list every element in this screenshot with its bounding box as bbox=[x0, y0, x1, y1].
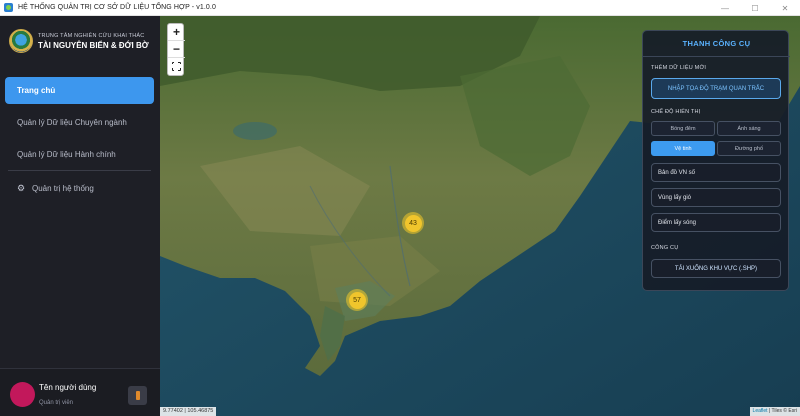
sidebar-item-label: Quản lý Dữ liệu Hành chính bbox=[17, 150, 116, 159]
zoom-out-button[interactable]: − bbox=[168, 41, 185, 58]
fullscreen-button[interactable] bbox=[168, 58, 185, 75]
mode-dark-button[interactable]: Bóng đêm bbox=[651, 121, 715, 136]
map-attribution: Leaflet | Tiles © Esri bbox=[749, 407, 800, 416]
close-button[interactable]: ✕ bbox=[770, 0, 800, 16]
sidebar-item-admin-data[interactable]: Quản lý Dữ liệu Hành chính bbox=[5, 141, 154, 168]
logout-icon bbox=[135, 391, 140, 400]
sidebar-item-specialized-data[interactable]: Quản lý Dữ liệu Chuyên ngành bbox=[5, 109, 154, 136]
section-tools: CÔNG CỤ bbox=[651, 245, 679, 251]
cluster-count: 43 bbox=[404, 214, 422, 232]
layer-wind-area[interactable]: Vùng lấy gió bbox=[651, 188, 781, 207]
maximize-button[interactable]: ☐ bbox=[740, 0, 770, 16]
panel-title: THANH CÔNG CỤ bbox=[643, 31, 790, 57]
sidebar-item-label: Trang chủ bbox=[17, 86, 56, 95]
marker-cluster[interactable]: 43 bbox=[402, 212, 424, 234]
leaflet-link[interactable]: Leaflet bbox=[753, 408, 768, 414]
tiles-attribution: | Tiles © Esri bbox=[768, 408, 797, 414]
org-name: TÀI NGUYÊN BIỂN & ĐỚI BỜ bbox=[38, 40, 149, 50]
marker-cluster[interactable]: 57 bbox=[346, 289, 368, 311]
layer-wave-points[interactable]: Điểm lấy sóng bbox=[651, 213, 781, 232]
coordinate-readout: 9.77402 | 105.46875 bbox=[160, 407, 217, 416]
brand-text: TRUNG TÂM NGHIÊN CỨU KHAI THÁC TÀI NGUYÊ… bbox=[38, 33, 149, 50]
download-area-shp-button[interactable]: TẢI XUỐNG KHU VỰC (.SHP) bbox=[651, 259, 781, 278]
sidebar-item-home[interactable]: Trang chủ bbox=[5, 77, 154, 104]
avatar[interactable] bbox=[10, 382, 35, 407]
user-role: Quản trị viên bbox=[39, 400, 74, 406]
window-titlebar: HỆ THỐNG QUẢN TRỊ CƠ SỞ DỮ LIỆU TỔNG HỢP… bbox=[0, 0, 800, 16]
fullscreen-icon bbox=[171, 61, 181, 71]
user-name: Tên người dùng bbox=[39, 383, 97, 392]
sidebar-item-label: Quản trị hệ thống bbox=[32, 184, 94, 193]
mode-streets-button[interactable]: Đường phố bbox=[717, 141, 781, 156]
brand-header: TRUNG TÂM NGHIÊN CỨU KHAI THÁC TÀI NGUYÊ… bbox=[0, 16, 160, 66]
toolbar-panel: THANH CÔNG CỤ THÊM DỮ LIỆU MỚI NHẬP TỌA … bbox=[642, 30, 790, 291]
org-logo bbox=[9, 29, 33, 53]
add-station-coordinates-button[interactable]: NHẬP TỌA ĐỘ TRẠM QUAN TRẮC bbox=[651, 78, 781, 99]
logout-button[interactable] bbox=[128, 386, 147, 405]
window-controls: — ☐ ✕ bbox=[710, 0, 800, 16]
sidebar: TRUNG TÂM NGHIÊN CỨU KHAI THÁC TÀI NGUYÊ… bbox=[0, 16, 160, 416]
cluster-count: 57 bbox=[348, 291, 366, 309]
app-icon bbox=[4, 3, 13, 12]
nav-divider bbox=[8, 170, 151, 171]
org-subtitle: TRUNG TÂM NGHIÊN CỨU KHAI THÁC bbox=[38, 32, 145, 39]
user-panel: Tên người dùng Quản trị viên bbox=[0, 368, 160, 416]
sidebar-item-system-admin[interactable]: ⚙ Quản trị hệ thống bbox=[5, 175, 154, 202]
map-view[interactable]: + − 43 57 9.77402 | 105.46875 Leaflet | … bbox=[160, 16, 800, 416]
window-title: HỆ THỐNG QUẢN TRỊ CƠ SỞ DỮ LIỆU TỔNG HỢP… bbox=[18, 4, 216, 11]
section-display-mode: CHẾ ĐỘ HIỂN THỊ bbox=[651, 109, 701, 115]
mode-light-button[interactable]: Ánh sáng bbox=[717, 121, 781, 136]
gear-icon: ⚙ bbox=[17, 183, 26, 193]
layer-vn-digital-map[interactable]: Bản đồ VN số bbox=[651, 163, 781, 182]
mode-satellite-button[interactable]: Vệ tinh bbox=[651, 141, 715, 156]
minimize-button[interactable]: — bbox=[710, 0, 740, 16]
sidebar-item-label: Quản lý Dữ liệu Chuyên ngành bbox=[17, 118, 127, 127]
zoom-in-button[interactable]: + bbox=[168, 24, 185, 41]
section-add-data: THÊM DỮ LIỆU MỚI bbox=[651, 65, 707, 71]
zoom-controls: + − bbox=[167, 23, 185, 76]
